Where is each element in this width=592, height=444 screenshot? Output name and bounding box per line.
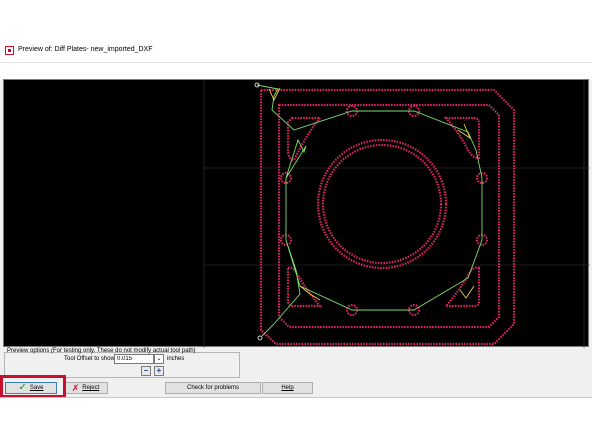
lead-in-bottom-right xyxy=(459,285,475,299)
bottom-divider xyxy=(0,397,592,398)
pocket-top-right xyxy=(443,116,481,160)
pocket-top-left xyxy=(286,116,323,162)
check-button-label: Check for problems xyxy=(186,385,240,391)
offset-decrease-button[interactable]: − xyxy=(141,366,151,376)
inner-plate-outline xyxy=(277,103,501,329)
preview-options-title: Preview options (For testing only. These… xyxy=(7,348,196,354)
toolbar-strip xyxy=(0,62,592,80)
chevron-down-icon[interactable]: ⌄ xyxy=(154,354,164,364)
offset-increase-button[interactable]: + xyxy=(154,366,164,376)
pocket-bottom-right xyxy=(443,266,481,308)
window-title: Preview of: Diff Plates- new_imported_DX… xyxy=(18,46,153,53)
tool-offset-label: Tool Offset to show: xyxy=(64,356,117,362)
title-bar: Preview of: Diff Plates- new_imported_DX… xyxy=(0,40,592,62)
center-bore xyxy=(316,138,448,270)
help-button[interactable]: Help xyxy=(262,382,313,394)
tool-offset-input[interactable] xyxy=(114,354,154,364)
help-button-label: Help xyxy=(281,385,294,391)
tool-path xyxy=(254,82,483,341)
tool-path-line xyxy=(256,84,483,337)
pocket-bottom-left xyxy=(286,266,323,308)
reject-button-label: Reject xyxy=(82,385,100,391)
x-icon: ✗ xyxy=(71,383,80,393)
path-end-marker xyxy=(257,335,263,341)
center-bore-inner xyxy=(321,143,443,265)
unit-label: inches xyxy=(167,356,185,362)
app-icon xyxy=(5,46,14,55)
check-for-problems-button[interactable]: Check for problems xyxy=(165,382,261,394)
toolpath-preview-canvas[interactable] xyxy=(3,79,590,348)
reject-button[interactable]: ✗ Reject xyxy=(63,382,108,394)
save-highlight-annotation xyxy=(0,375,66,398)
toolpath-drawing xyxy=(203,80,590,348)
